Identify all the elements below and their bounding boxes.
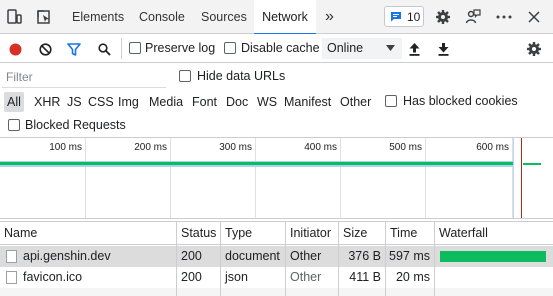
clear-icon[interactable]	[37, 41, 53, 57]
timeline-tick-label: 200 ms	[134, 142, 167, 153]
tab-network[interactable]: Network	[254, 0, 316, 35]
timeline-gridline	[340, 138, 341, 218]
filter-icon[interactable]	[66, 41, 82, 57]
filter-input[interactable]	[2, 66, 166, 87]
issues-badge[interactable]: 10	[384, 6, 424, 27]
column-header-waterfall[interactable]: Waterfall	[435, 221, 488, 245]
request-name[interactable]: favicon.ico	[19, 267, 82, 288]
column-divider	[434, 221, 435, 296]
column-header-status[interactable]: Status	[177, 221, 216, 245]
timeline-tick-label: 100 ms	[49, 142, 82, 153]
more-tabs-button[interactable]: »	[321, 0, 338, 34]
type-filter-xhr[interactable]: XHR	[33, 92, 61, 112]
blocked-requests-label: Blocked Requests	[25, 118, 126, 132]
hide-data-urls-label: Hide data URLs	[197, 69, 286, 83]
overview-bottom-border	[0, 218, 553, 219]
upload-icon[interactable]	[406, 41, 422, 57]
tab-sources[interactable]: Sources	[197, 0, 251, 34]
throttling-select[interactable]: Online	[322, 38, 402, 59]
timeline-tick-label: 500 ms	[389, 142, 422, 153]
column-header-name[interactable]: Name	[0, 221, 37, 245]
timeline-gridline	[255, 138, 256, 218]
table-row[interactable]	[0, 267, 553, 288]
preserve-log-label: Preserve log	[145, 41, 216, 55]
type-filter-js[interactable]: JS	[66, 92, 83, 112]
timeline-gridline	[425, 138, 426, 218]
hide-data-urls-checkbox[interactable]	[179, 70, 191, 82]
timeline-tick-label: 400 ms	[304, 142, 337, 153]
timeline-gridline	[85, 138, 86, 218]
type-filter-img[interactable]: Img	[117, 92, 140, 112]
type-filter-manifest[interactable]: Manifest	[283, 92, 332, 112]
request-size: 376 B	[348, 249, 381, 263]
timeline-gridline	[170, 138, 171, 218]
request-status: 200	[181, 270, 202, 284]
type-filter-media[interactable]: Media	[148, 92, 184, 112]
request-type: document	[225, 249, 280, 263]
timeline-tick-label: 600 ms	[476, 142, 509, 153]
tab-elements[interactable]: Elements	[68, 0, 128, 34]
gear-icon[interactable]	[434, 8, 452, 26]
filter-input-underline	[2, 87, 166, 88]
type-filter-css[interactable]: CSS	[87, 92, 115, 112]
has-blocked-cookies-checkbox[interactable]	[385, 95, 397, 107]
dom-content-loaded-marker	[513, 138, 514, 218]
type-filter-all[interactable]: All	[4, 92, 24, 112]
feedback-icon[interactable]	[464, 8, 482, 26]
message-icon	[390, 11, 402, 22]
overview-request-bar	[0, 162, 513, 165]
request-time: 597 ms	[389, 249, 430, 263]
column-header-type[interactable]: Type	[221, 221, 252, 245]
tab-console[interactable]: Console	[135, 0, 189, 34]
type-filter-ws[interactable]: WS	[256, 92, 278, 112]
column-header-initiator[interactable]: Initiator	[286, 221, 331, 245]
search-icon[interactable]	[96, 41, 112, 57]
network-settings-icon[interactable]	[525, 40, 543, 58]
file-icon	[6, 271, 17, 284]
load-event-marker	[521, 138, 522, 218]
request-initiator: Other	[290, 249, 322, 263]
overview-top-border	[0, 137, 553, 138]
request-type: json	[225, 270, 248, 284]
inspect-icon[interactable]	[35, 8, 53, 26]
has-blocked-cookies-label: Has blocked cookies	[403, 94, 518, 108]
table-row-stripe	[0, 288, 553, 296]
chevron-down-icon	[386, 45, 395, 51]
record-icon[interactable]	[7, 41, 23, 57]
waterfall-bar	[440, 251, 546, 262]
throttling-value: Online	[327, 41, 364, 55]
disable-cache-checkbox[interactable]	[224, 42, 236, 54]
download-icon[interactable]	[435, 41, 451, 57]
timeline-tick-label: 300 ms	[219, 142, 252, 153]
toolbar-divider	[121, 38, 122, 59]
close-icon[interactable]	[525, 8, 543, 26]
request-status: 200	[181, 249, 202, 263]
request-size: 411 B	[349, 270, 381, 284]
request-initiator: Other	[290, 270, 322, 284]
type-filter-font[interactable]: Font	[191, 92, 218, 112]
column-header-time[interactable]: Time	[386, 221, 417, 245]
request-name[interactable]: api.genshin.dev	[19, 246, 111, 267]
file-icon	[6, 250, 17, 263]
device-toolbar-icon[interactable]	[5, 8, 23, 26]
request-time: 20 ms	[395, 270, 430, 284]
blocked-requests-checkbox[interactable]	[8, 119, 20, 131]
more-icon[interactable]	[495, 8, 513, 26]
disable-cache-label: Disable cache	[241, 41, 320, 55]
issues-count: 10	[407, 9, 421, 24]
overview-request-bar	[523, 163, 541, 165]
preserve-log-checkbox[interactable]	[129, 42, 141, 54]
type-filter-doc[interactable]: Doc	[225, 92, 249, 112]
type-filter-other[interactable]: Other	[339, 92, 372, 112]
column-header-size[interactable]: Size	[339, 221, 367, 245]
